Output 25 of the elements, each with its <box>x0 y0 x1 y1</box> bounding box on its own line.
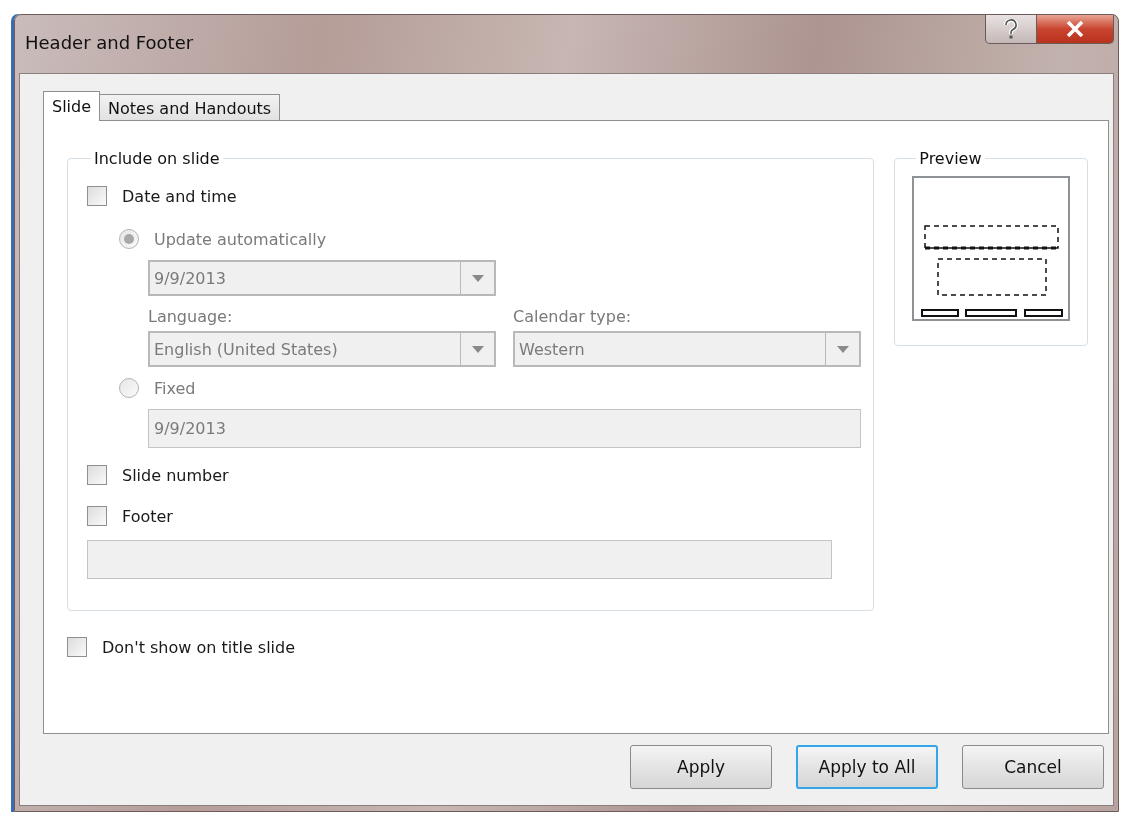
dialog-button[interactable]: Apply to All <box>796 745 938 789</box>
help-button[interactable] <box>985 15 1037 44</box>
tab[interactable]: Notes and Handouts <box>99 94 281 120</box>
window-title: Header and Footer <box>25 32 194 53</box>
field-label: Language: <box>148 307 234 326</box>
checkbox[interactable] <box>87 186 107 206</box>
checkbox-label[interactable]: Date and time <box>122 186 237 206</box>
close-button[interactable] <box>1037 15 1114 44</box>
group-title: Include on slide <box>93 149 221 168</box>
caret-icon <box>836 345 849 353</box>
checkbox-label[interactable]: Slide number <box>122 465 229 485</box>
checkbox[interactable] <box>87 465 107 485</box>
checkbox[interactable] <box>67 637 87 657</box>
dialog-button[interactable]: Apply <box>630 745 772 789</box>
caret-icon <box>471 274 484 282</box>
field-label: Calendar type: <box>513 307 633 326</box>
help-icon <box>1004 19 1018 39</box>
checkbox[interactable] <box>87 506 107 526</box>
tab[interactable]: Slide <box>43 91 101 121</box>
close-icon <box>1066 21 1084 37</box>
group-title: Preview <box>918 149 983 168</box>
checkbox-label[interactable]: Don't show on title slide <box>102 637 296 657</box>
checkbox-label[interactable]: Footer <box>122 506 173 526</box>
caret-icon <box>471 345 484 353</box>
dialog-button[interactable]: Cancel <box>962 745 1104 789</box>
